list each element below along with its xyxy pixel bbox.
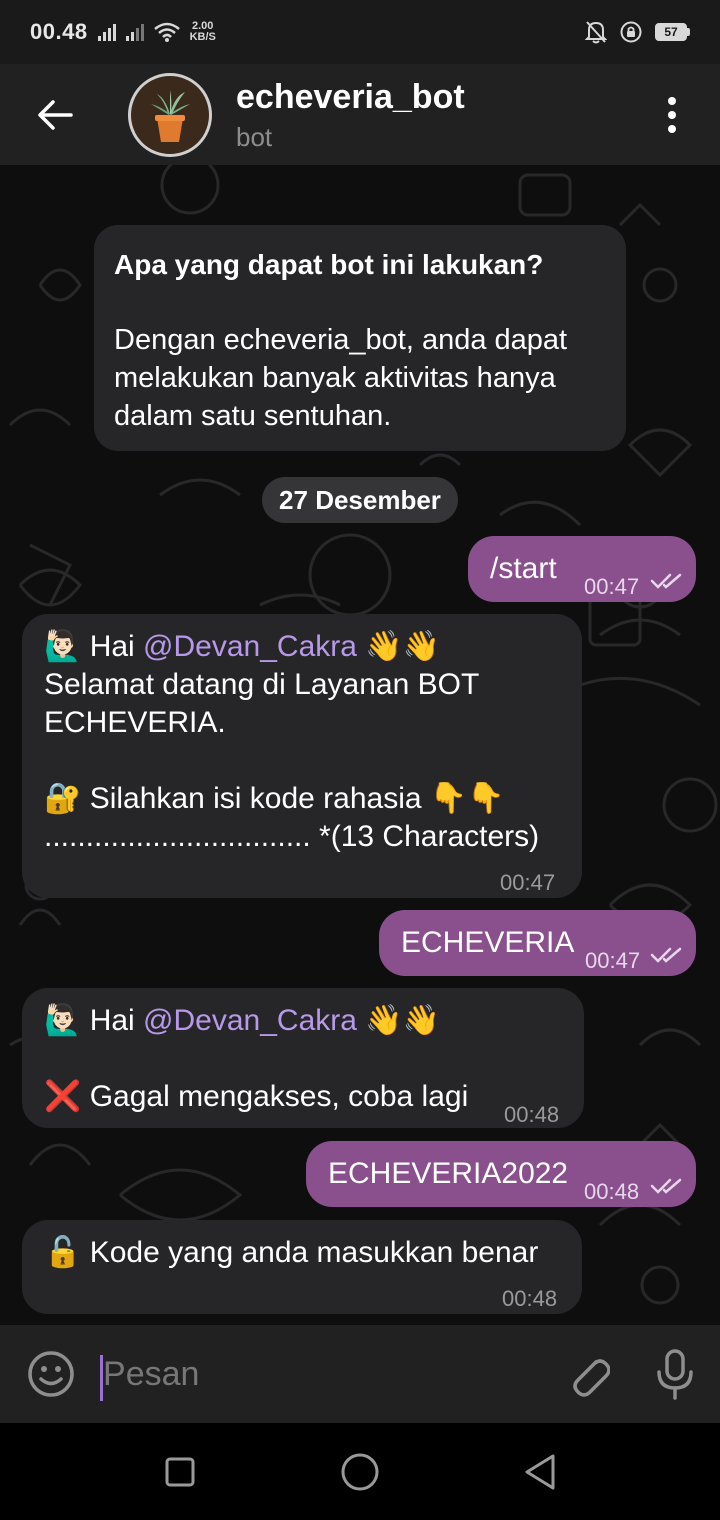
home-button[interactable] <box>320 1432 400 1512</box>
text-caret <box>100 1355 103 1401</box>
message-line: ................................ *(13 Ch… <box>44 820 540 853</box>
more-menu-button[interactable] <box>624 64 720 165</box>
message-outgoing[interactable]: ECHEVERIA 00:47 <box>379 910 696 976</box>
square-icon <box>165 1457 195 1486</box>
bell-off-icon <box>585 21 607 44</box>
microphone-button[interactable] <box>630 1325 720 1423</box>
message-text: ECHEVERIA <box>401 926 575 959</box>
message-outgoing[interactable]: /start 00:47 <box>468 536 696 602</box>
signal-icon <box>97 23 116 41</box>
message-line: 🔓 Kode yang anda masukkan benar <box>44 1236 539 1269</box>
wave-emoji: 👋👋 <box>356 630 440 663</box>
paperclip-icon <box>573 1359 611 1397</box>
greeting-text: 🙋🏻‍♂️ Hai <box>44 630 144 663</box>
attach-button[interactable] <box>546 1325 630 1423</box>
system-nav-bar <box>0 1423 720 1520</box>
message-line: Selamat datang di Layanan BOT <box>44 668 480 701</box>
message-time: 00:48 <box>502 1286 558 1311</box>
chat-subtitle: bot <box>236 121 273 152</box>
message-incoming[interactable]: 🔓 Kode yang anda masukkan benar 00:48 <box>22 1220 582 1314</box>
message-input[interactable] <box>101 1325 547 1423</box>
emoji-button[interactable] <box>0 1325 101 1423</box>
double-check-icon <box>650 947 682 963</box>
message-line: ECHEVERIA. <box>44 706 226 739</box>
message-outgoing[interactable]: ECHEVERIA2022 00:48 <box>306 1141 696 1207</box>
chat-area[interactable]: Apa yang dapat bot ini lakukan? Dengan e… <box>0 165 720 1325</box>
message-line: 🔐 Silahkan isi kode rahasia 👇👇 <box>44 782 505 815</box>
battery-icon: 57 <box>655 23 690 41</box>
user-mention[interactable]: @Devan_Cakra <box>143 1004 357 1037</box>
date-separator: 27 Desember <box>262 477 458 523</box>
message-line: ❌ Gagal mengakses, coba lagi <box>44 1080 469 1113</box>
triangle-back-icon <box>525 1454 555 1489</box>
greeting-text: 🙋🏻‍♂️ Hai <box>44 1004 144 1037</box>
message-time: 00:48 <box>584 1179 640 1204</box>
double-check-icon <box>650 1178 682 1194</box>
message-line: 🙋🏻‍♂️ Hai @Devan_Cakra 👋👋 <box>44 1002 440 1040</box>
message-time: 00:47 <box>585 948 641 973</box>
recents-button[interactable] <box>140 1432 220 1512</box>
message-composer <box>0 1325 720 1423</box>
succulent-pot-icon <box>135 79 205 150</box>
battery-level: 57 <box>655 23 687 41</box>
back-nav-button[interactable] <box>500 1432 580 1512</box>
bot-intro-card: Apa yang dapat bot ini lakukan? Dengan e… <box>94 225 626 451</box>
network-speed-unit: KB/S <box>189 31 216 43</box>
microphone-icon <box>657 1349 693 1400</box>
message-text: ECHEVERIA2022 <box>328 1157 569 1190</box>
avatar[interactable] <box>128 72 212 157</box>
network-speed: 2.00 KB/S <box>190 21 216 43</box>
message-time: 00:47 <box>584 574 640 599</box>
chat-title[interactable]: echeveria_bot <box>236 77 624 117</box>
user-mention[interactable]: @Devan_Cakra <box>143 630 357 663</box>
message-incoming[interactable]: 🙋🏻‍♂️ Hai @Devan_Cakra 👋👋 Selamat datang… <box>22 614 582 898</box>
intro-title: Apa yang dapat bot ini lakukan? <box>114 249 544 280</box>
circle-icon <box>341 1453 379 1490</box>
more-vertical-icon <box>668 96 676 133</box>
message-line: 🙋🏻‍♂️ Hai @Devan_Cakra 👋👋 <box>44 628 440 666</box>
message-incoming[interactable]: 🙋🏻‍♂️ Hai @Devan_Cakra 👋👋 ❌ Gagal mengak… <box>22 988 584 1128</box>
wifi-icon <box>153 22 180 42</box>
status-time: 00.48 <box>30 19 88 44</box>
message-time: 00:48 <box>504 1102 560 1127</box>
intro-body: Dengan echeveria_bot, anda dapat melakuk… <box>114 324 568 432</box>
wave-emoji: 👋👋 <box>356 1004 440 1037</box>
chat-header: echeveria_bot bot <box>0 64 720 165</box>
smiley-icon <box>27 1351 74 1397</box>
message-text: /start <box>490 552 557 585</box>
arrow-left-icon <box>38 99 73 130</box>
message-time: 00:47 <box>500 870 556 895</box>
signal-icon-secondary <box>125 23 144 41</box>
status-bar: 00.48 2.00 KB/S 57 <box>0 0 720 64</box>
double-check-icon <box>650 573 682 589</box>
back-button[interactable] <box>0 64 110 165</box>
rotation-lock-icon <box>620 21 642 43</box>
